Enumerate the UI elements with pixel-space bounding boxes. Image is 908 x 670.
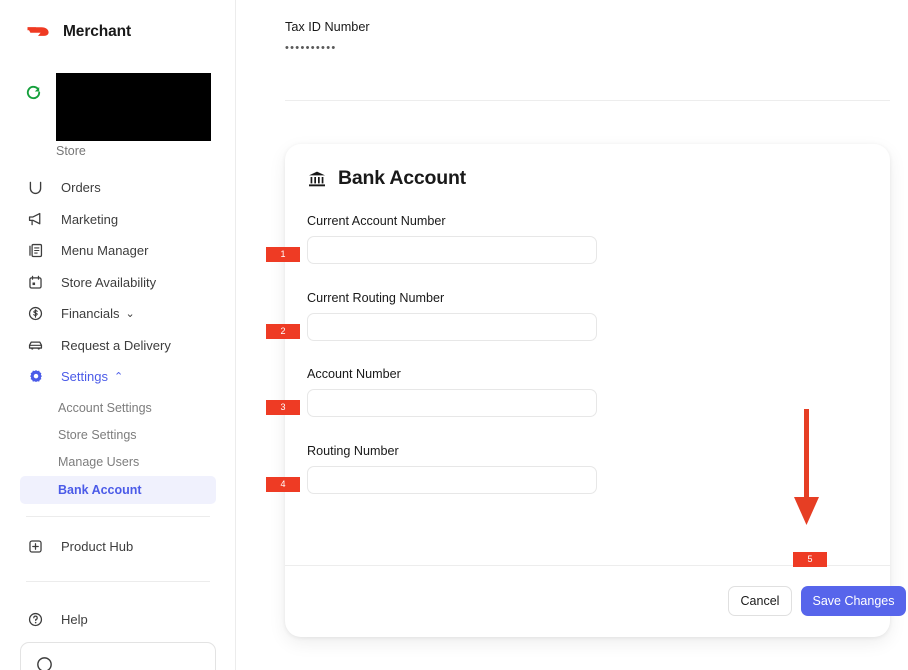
save-changes-button[interactable]: Save Changes — [801, 586, 906, 616]
subitem-label: Manage Users — [58, 455, 140, 469]
account-circle-icon — [37, 657, 52, 670]
sidebar-item-label: Settings — [61, 369, 108, 385]
sidebar-nav: Orders Marketing Menu Manager Store Avai… — [0, 172, 235, 504]
orders-icon — [26, 178, 45, 197]
sidebar-item-label: Menu Manager — [61, 243, 149, 259]
routing-number-input[interactable] — [307, 466, 597, 494]
store-selector[interactable]: Store — [22, 73, 222, 159]
gear-icon — [26, 367, 45, 386]
cancel-button[interactable]: Cancel — [728, 586, 792, 616]
sidebar-divider-upper — [26, 516, 210, 517]
sidebar-item-label: Help — [61, 612, 88, 627]
green-refresh-status-icon — [26, 85, 41, 100]
merchant-portal-window: Merchant Store Orders Marketing Menu Man… — [0, 0, 908, 670]
calendar-icon — [26, 273, 45, 292]
card-title: Bank Account — [338, 167, 466, 189]
sidebar: Merchant Store Orders Marketing Menu Man… — [0, 0, 236, 670]
sidebar-item-orders[interactable]: Orders — [0, 172, 235, 204]
sidebar-item-label: Financials — [61, 306, 120, 322]
sidebar-item-label: Orders — [61, 180, 101, 196]
field-account-number: Account Number — [307, 367, 597, 417]
bank-account-card: Bank Account Current Account Number Curr… — [285, 144, 906, 637]
question-circle-icon — [26, 610, 45, 629]
sidebar-item-marketing[interactable]: Marketing — [0, 204, 235, 236]
bank-building-icon — [309, 171, 325, 186]
store-name-redaction — [56, 73, 211, 141]
sidebar-item-label: Store Availability — [61, 274, 157, 290]
sidebar-item-financials[interactable]: Financials ⌄ — [0, 298, 235, 330]
sidebar-item-help[interactable]: Help — [0, 610, 88, 629]
store-label: Store — [56, 144, 86, 158]
menu-book-icon — [26, 241, 45, 260]
sidebar-subitem-manage-users[interactable]: Manage Users — [0, 449, 235, 476]
chevron-down-icon[interactable]: ⌄ — [126, 307, 135, 320]
sidebar-item-product-hub[interactable]: Product Hub — [0, 537, 133, 556]
doordash-logo-icon — [27, 27, 49, 36]
tax-id-label: Tax ID Number — [285, 20, 370, 34]
current-routing-number-input[interactable] — [307, 313, 597, 341]
tax-id-value: •••••••••• — [285, 42, 337, 54]
field-label: Routing Number — [307, 444, 399, 458]
dollar-circle-icon — [26, 304, 45, 323]
field-current-routing-number: Current Routing Number — [307, 291, 597, 341]
field-current-account-number: Current Account Number — [307, 214, 597, 264]
sidebar-item-menu-manager[interactable]: Menu Manager — [0, 235, 235, 267]
sidebar-subitem-account-settings[interactable]: Account Settings — [0, 395, 235, 422]
field-label: Current Routing Number — [307, 291, 445, 305]
sidebar-item-store-availability[interactable]: Store Availability — [0, 267, 235, 299]
field-label: Account Number — [307, 367, 401, 381]
brand-name: Merchant — [63, 23, 132, 40]
field-routing-number: Routing Number — [307, 444, 597, 494]
sidebar-item-label: Request a Delivery — [61, 337, 171, 353]
sidebar-subitem-store-settings[interactable]: Store Settings — [0, 422, 235, 449]
sidebar-divider-lower — [26, 581, 210, 582]
main-content: Tax ID Number •••••••••• Bank Account Cu… — [236, 0, 908, 670]
sidebar-item-label: Product Hub — [61, 539, 134, 554]
brand-logo-area[interactable]: Merchant — [26, 23, 131, 41]
field-label: Current Account Number — [307, 214, 446, 228]
car-icon — [26, 336, 45, 355]
plus-square-icon — [26, 537, 45, 556]
sidebar-bottom-card[interactable] — [20, 642, 216, 670]
sidebar-item-label: Marketing — [61, 211, 119, 227]
account-number-input[interactable] — [307, 389, 597, 417]
card-footer-divider — [285, 565, 890, 566]
sidebar-item-settings[interactable]: Settings ⌃ — [0, 361, 235, 393]
section-divider — [285, 100, 890, 101]
sidebar-item-request-a-delivery[interactable]: Request a Delivery — [0, 330, 235, 362]
card-title-row: Bank Account — [307, 167, 466, 190]
current-account-number-input[interactable] — [307, 236, 597, 264]
subitem-label: Account Settings — [58, 401, 152, 415]
subitem-label: Store Settings — [58, 428, 137, 442]
sidebar-subitem-bank-account[interactable]: Bank Account — [20, 475, 216, 504]
settings-submenu: Account Settings Store Settings Manage U… — [0, 395, 235, 504]
chevron-up-icon[interactable]: ⌃ — [114, 370, 123, 383]
megaphone-icon — [26, 210, 45, 229]
subitem-label: Bank Account — [58, 482, 142, 497]
